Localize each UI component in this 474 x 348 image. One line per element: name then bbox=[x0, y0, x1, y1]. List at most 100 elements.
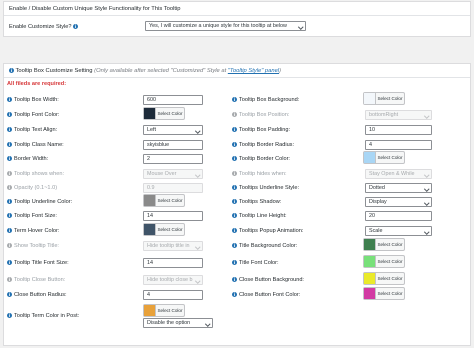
setting-label: i Tooltips Shadow: bbox=[232, 199, 282, 205]
info-icon[interactable]: i bbox=[232, 243, 237, 248]
info-icon[interactable]: i bbox=[232, 213, 237, 218]
select-color-button[interactable]: Select Color bbox=[363, 92, 405, 105]
tooltip-box-padding-input[interactable]: 10 bbox=[365, 125, 432, 135]
select-color-button[interactable]: Select Color bbox=[143, 223, 185, 236]
info-icon[interactable]: i bbox=[7, 97, 12, 102]
info-icon[interactable]: i bbox=[232, 112, 237, 117]
select-color-button[interactable]: Select Color bbox=[363, 151, 405, 164]
tooltip-class-name-input[interactable]: skyisblue bbox=[143, 140, 203, 150]
info-icon[interactable]: i bbox=[232, 127, 237, 132]
setting-label: i Tooltip Border Radius: bbox=[232, 142, 295, 148]
info-icon[interactable]: i bbox=[232, 292, 237, 297]
tooltip-text-align-select[interactable]: Left bbox=[143, 125, 203, 135]
select-color-button[interactable]: Select Color bbox=[363, 272, 405, 285]
select-color-button[interactable]: Select Color bbox=[363, 238, 405, 251]
info-icon[interactable]: i bbox=[232, 156, 237, 161]
select-color-button[interactable]: Select Color bbox=[143, 107, 185, 120]
show-tooltip-title-select[interactable]: Hide tooltip title in bbox=[143, 241, 203, 251]
setting-label: i Tooltips Underline Style: bbox=[232, 185, 300, 191]
setting-label: i Close Button Radius: bbox=[7, 292, 67, 298]
info-icon[interactable]: i bbox=[232, 260, 237, 265]
info-icon: i bbox=[9, 68, 14, 73]
info-icon[interactable]: i bbox=[7, 228, 12, 233]
setting-label: i Tooltip Class Name: bbox=[7, 142, 64, 148]
divider bbox=[4, 15, 470, 16]
setting-label: i Tooltip Text Align: bbox=[7, 127, 58, 133]
info-icon[interactable]: i bbox=[7, 313, 12, 318]
border-width-input[interactable]: 2 bbox=[143, 154, 203, 164]
setting-label: i Tooltip Font Size: bbox=[7, 213, 57, 219]
color-swatch bbox=[364, 256, 376, 267]
info-icon[interactable]: i bbox=[73, 24, 79, 29]
tooltips-underline-style-select[interactable]: Dotted bbox=[365, 183, 432, 193]
tooltip-title-font-size-input[interactable]: 14 bbox=[143, 258, 203, 268]
info-icon[interactable]: i bbox=[7, 185, 12, 190]
color-swatch bbox=[144, 224, 156, 235]
select-color-label: Select Color bbox=[377, 291, 403, 296]
info-icon[interactable]: i bbox=[7, 199, 12, 204]
setting-label: i Term Hover Color: bbox=[7, 228, 60, 234]
info-icon[interactable]: i bbox=[7, 277, 12, 282]
select-color-button[interactable]: Select Color bbox=[363, 287, 405, 300]
select-color-label: Select Color bbox=[377, 242, 403, 247]
info-icon[interactable]: i bbox=[7, 112, 12, 117]
select-color-label: Select Color bbox=[377, 276, 403, 281]
tooltips-popup-animation-select[interactable]: Scale bbox=[365, 226, 432, 236]
setting-label: i Tooltip Border Color: bbox=[232, 156, 290, 162]
info-icon[interactable]: i bbox=[7, 142, 12, 147]
opacity-0-1-1-0-input[interactable]: 0.9 bbox=[143, 183, 203, 193]
info-icon[interactable]: i bbox=[232, 142, 237, 147]
select-color-button[interactable]: Select Color bbox=[143, 194, 185, 207]
info-icon[interactable]: i bbox=[7, 213, 12, 218]
close-button-radius-input[interactable]: 4 bbox=[143, 290, 203, 300]
setting-label: i Opacity (0.1~1.0) bbox=[7, 185, 58, 191]
info-icon[interactable]: i bbox=[232, 185, 237, 190]
info-icon[interactable]: i bbox=[232, 228, 237, 233]
select-color-label: Select Color bbox=[377, 155, 403, 160]
info-icon[interactable]: i bbox=[7, 243, 12, 248]
info-icon[interactable]: i bbox=[7, 127, 12, 132]
tooltip-box-position-select[interactable]: bottomRight bbox=[365, 110, 432, 120]
tooltip-close-button-select[interactable]: Hide tooltip close b bbox=[143, 275, 203, 285]
color-swatch bbox=[364, 93, 376, 104]
color-swatch bbox=[364, 152, 376, 163]
setting-label: i Close Button Background: bbox=[232, 277, 304, 283]
setting-label: i Tooltip Box Background: bbox=[232, 97, 300, 103]
setting-label: i Tooltip Font Color: bbox=[7, 112, 60, 118]
tooltip-line-height-input[interactable]: 20 bbox=[365, 211, 432, 221]
info-icon[interactable]: i bbox=[232, 199, 237, 204]
color-swatch bbox=[364, 288, 376, 299]
info-icon[interactable]: i bbox=[7, 260, 12, 265]
select-color-button[interactable]: Select Color bbox=[143, 304, 185, 317]
info-icon[interactable]: i bbox=[232, 171, 237, 176]
enable-style-select[interactable]: Yes, I will customize a unique style for… bbox=[145, 21, 306, 31]
tooltip-hides-when-select[interactable]: Stay Open & While bbox=[365, 169, 432, 179]
setting-label: i Tooltip Box Position: bbox=[232, 112, 290, 118]
enable-style-label: Enable Customize Style? i bbox=[9, 24, 79, 30]
color-swatch bbox=[144, 108, 156, 119]
term-color-option-select[interactable]: Disable the option bbox=[143, 318, 213, 328]
select-color-label: Select Color bbox=[377, 96, 403, 101]
tooltips-shadow-select[interactable]: Display bbox=[365, 197, 432, 207]
tooltip-style-panel-link[interactable]: "Tooltip Style" panel bbox=[228, 68, 279, 74]
info-icon[interactable]: i bbox=[232, 277, 237, 282]
info-icon[interactable]: i bbox=[7, 171, 12, 176]
tooltip-font-size-input[interactable]: 14 bbox=[143, 211, 203, 221]
select-color-label: Select Color bbox=[157, 198, 183, 203]
tooltip-shows-when-select[interactable]: Mouse Over bbox=[143, 169, 203, 179]
select-color-label: Select Color bbox=[157, 111, 183, 116]
tooltip-border-radius-input[interactable]: 4 bbox=[365, 140, 432, 150]
setting-label: i Tooltip hides when: bbox=[232, 171, 287, 177]
setting-label: i Tooltip Underline Color: bbox=[7, 199, 73, 205]
required-note: All fileds are required: bbox=[7, 81, 67, 87]
setting-label: i Title Background Color: bbox=[232, 243, 298, 249]
info-icon[interactable]: i bbox=[7, 292, 12, 297]
setting-label: i Border Width: bbox=[7, 156, 49, 162]
select-color-button[interactable]: Select Color bbox=[363, 255, 405, 268]
color-swatch bbox=[144, 195, 156, 206]
info-icon[interactable]: i bbox=[232, 97, 237, 102]
divider bbox=[4, 77, 470, 78]
info-icon[interactable]: i bbox=[7, 156, 12, 161]
setting-label: i Tooltip Box Width: bbox=[7, 97, 59, 103]
tooltip-box-width-input[interactable]: 600 bbox=[143, 95, 203, 105]
